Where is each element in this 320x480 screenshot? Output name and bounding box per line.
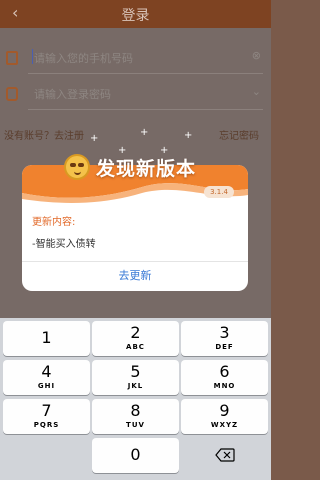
divider: [28, 73, 263, 74]
clear-icon[interactable]: ⊗: [252, 49, 261, 62]
update-button[interactable]: 去更新: [22, 261, 248, 291]
forgot-password-link[interactable]: 忘记密码: [219, 127, 259, 142]
key-4[interactable]: 4 GHI: [3, 360, 90, 395]
password-toggle-icon[interactable]: ⌄: [252, 85, 261, 98]
register-link[interactable]: 没有账号？去注册: [4, 127, 84, 142]
password-input[interactable]: 请输入登录密码: [34, 86, 111, 102]
update-content-item: -智能买入债转: [32, 239, 96, 250]
numeric-keyboard: 1 2 ABC 3 DEF 4 GHI 5 JKL 6 MNO 7 PQRS 8 TUV 9W…: [0, 318, 271, 480]
key-1[interactable]: 1: [3, 321, 90, 356]
dialog-title: 发现新版本: [64, 152, 196, 182]
lock-icon: [6, 87, 18, 101]
version-badge: 3.1.4: [204, 186, 234, 198]
phone-input[interactable]: 请输入您的手机号码: [34, 50, 133, 66]
text-cursor: [32, 49, 33, 64]
sparkle-icon: +: [140, 127, 149, 138]
key-5[interactable]: 5 JKL: [92, 360, 179, 395]
key-7[interactable]: 7 PQRS: [3, 399, 90, 434]
update-dialog: 3.1.4 更新内容: -智能买入债转 去更新: [22, 165, 248, 291]
key-0[interactable]: 0: [92, 438, 179, 473]
update-content-title: 更新内容:: [32, 217, 76, 228]
page-title: 登录: [121, 8, 150, 24]
key-3[interactable]: 3 DEF: [181, 321, 268, 356]
key-2[interactable]: 2 ABC: [92, 321, 179, 356]
sparkle-icon: +: [184, 130, 193, 141]
key-6[interactable]: 6 MNO: [181, 360, 268, 395]
nav-bar: ‹ 登录: [0, 0, 271, 28]
dialog-title-text: 发现新版本: [96, 157, 197, 180]
smiley-icon: [64, 154, 90, 180]
delete-key[interactable]: [181, 438, 268, 473]
key-8[interactable]: 8 TUV: [92, 399, 179, 434]
divider: [28, 109, 263, 110]
phone-icon: [6, 51, 18, 65]
backspace-icon: [215, 448, 235, 462]
phone-field[interactable]: 请输入您的手机号码 ⊗: [0, 42, 271, 74]
password-field[interactable]: 请输入登录密码 ⌄: [0, 78, 271, 110]
sparkle-icon: +: [90, 133, 99, 144]
key-9[interactable]: 9 WXYZ: [181, 399, 268, 434]
